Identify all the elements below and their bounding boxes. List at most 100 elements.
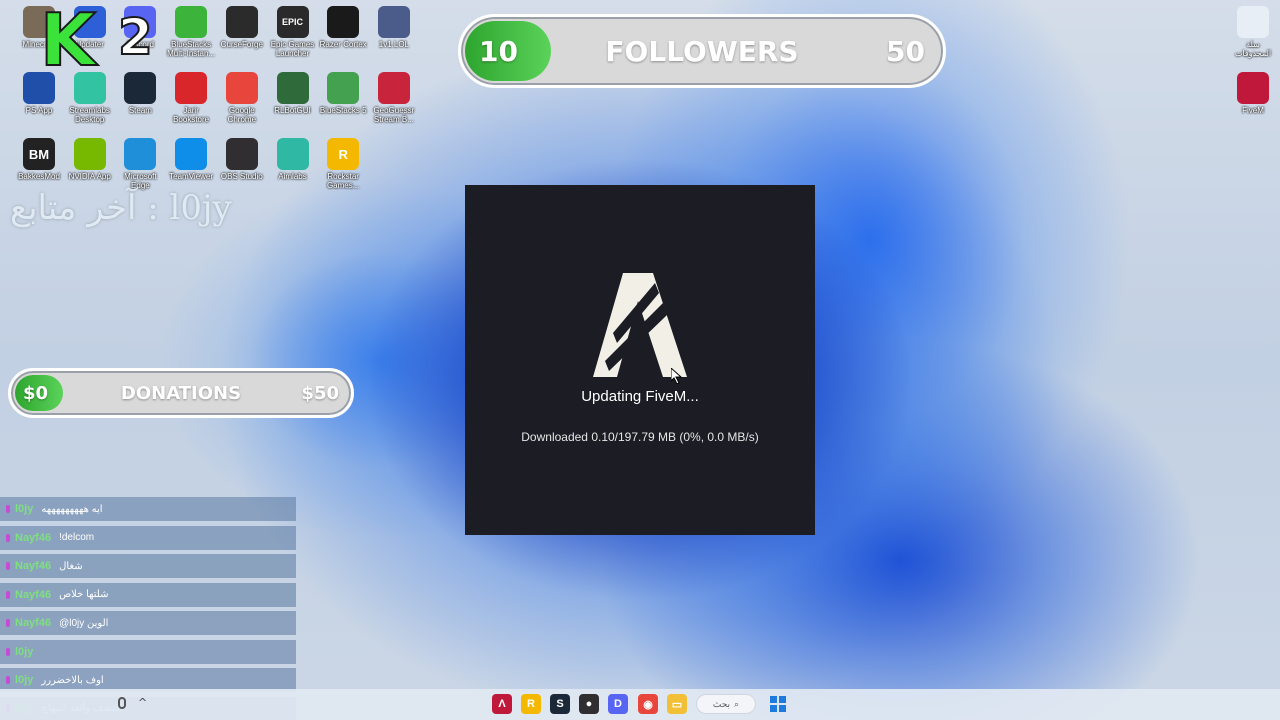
- fivem-icon: [1237, 72, 1269, 104]
- desktop-icon[interactable]: BlueStacks 5: [318, 72, 368, 115]
- followers-goal-title: FOLLOWERS: [605, 34, 799, 68]
- desktop-icon-label: NVIDIA App: [68, 172, 111, 181]
- stream-chat-overlay: l0jy ايه هههههههههه Nayf46 !delcom Nayf46 شغا…: [0, 497, 296, 720]
- chat-badge-icon: [6, 562, 10, 570]
- desktop-icon[interactable]: Jarir Bookstore: [166, 72, 216, 124]
- fivem-updater-window[interactable]: Updating FiveM... Downloaded 0.10/197.79…: [465, 185, 815, 535]
- bluestacks-icon: [327, 72, 360, 104]
- rlbot-icon: [276, 72, 309, 104]
- chat-username: l0jy: [15, 645, 34, 658]
- desktop-icon[interactable]: سلة المحذوفات: [1228, 6, 1278, 58]
- chat-badge-icon: [6, 647, 10, 656]
- obs-icon: [225, 138, 258, 170]
- desktop-icon-label: OBS Studio: [220, 172, 263, 181]
- aimlabs-icon: [276, 138, 309, 170]
- desktop-icon[interactable]: Steam: [115, 72, 165, 115]
- desktop-icon-label: سلة المحذوفات: [1234, 40, 1272, 58]
- 1v1lol-icon: [377, 6, 410, 38]
- desktop-icon-label: TeamViewer: [169, 172, 214, 181]
- logo-2-letter: 2: [117, 7, 154, 67]
- desktop-icon[interactable]: OBS Studio: [217, 138, 267, 181]
- chat-username: l0jy: [15, 503, 34, 515]
- chat-text: ايه هههههههههه: [41, 503, 103, 515]
- chat-username: Nayf46: [15, 588, 52, 601]
- chat-badge-icon: [6, 505, 10, 513]
- desktop-icon[interactable]: Aimlabs: [268, 138, 318, 181]
- desktop-icon-label: Rockstar Games...: [326, 172, 360, 190]
- chat-text: @l0jy الوين: [59, 617, 109, 629]
- donations-goal-target: $50: [301, 382, 339, 404]
- desktop-icon-label: Steam: [128, 106, 152, 115]
- desktop-icon[interactable]: R Rockstar Games...: [318, 138, 368, 190]
- chat-badge-icon: [6, 590, 10, 599]
- desktop-icon[interactable]: GeoGuessr Stream B...: [369, 72, 419, 124]
- jarir-icon: [175, 72, 208, 104]
- donations-goal-bar: $0 DONATIONS $50: [8, 368, 354, 418]
- mouse-cursor-icon: [671, 368, 683, 384]
- chat-username: Nayf46: [15, 617, 52, 629]
- taskbar-search-box[interactable]: بحث ⌕: [696, 694, 756, 714]
- desktop-icon-label: Streamlabs Desktop: [69, 106, 110, 124]
- desktop-icon[interactable]: NVIDIA App: [65, 138, 115, 181]
- chat-text: شغال: [59, 560, 83, 572]
- desktop-icon-label: BlueStacks 5: [319, 106, 367, 115]
- curseforge-icon: [225, 6, 258, 38]
- desktop-icon[interactable]: CurseForge: [217, 6, 267, 49]
- chat-badge-icon: [6, 533, 10, 542]
- desktop-icon-label: BakkesMod: [18, 172, 60, 181]
- steam-icon: [124, 72, 157, 104]
- search-icon: ⌕: [734, 698, 740, 709]
- recycle-bin-icon: [1237, 6, 1269, 38]
- desktop-icon[interactable]: Razer Cortex: [318, 6, 368, 49]
- desktop-icon[interactable]: Microsoft Edge: [115, 138, 165, 190]
- chat-username: Nayf46: [15, 560, 52, 572]
- geoguessr-icon: [377, 72, 410, 104]
- followers-goal-target: 50: [886, 34, 925, 68]
- desktop-icon-label: BlueStacks Multi-Instan...: [167, 40, 216, 58]
- rockstar-icon: R: [327, 138, 360, 170]
- chat-message: l0jy: [0, 639, 296, 664]
- desktop-icon-label: CurseForge: [220, 40, 263, 49]
- desktop-icon[interactable]: BlueStacks Multi-Instan...: [166, 6, 216, 58]
- desktop-icon[interactable]: BM BakkesMod: [14, 138, 64, 181]
- chevron-up-icon[interactable]: ^: [138, 696, 147, 709]
- desktop-icon-label: RLBotGUI: [274, 106, 311, 115]
- chat-message: Nayf46 !delcom: [0, 525, 296, 550]
- obs-taskbar-icon[interactable]: ●: [579, 694, 599, 714]
- windows-start-icon[interactable]: [768, 694, 788, 714]
- chat-username: l0jy: [15, 674, 34, 686]
- explorer-taskbar-icon[interactable]: ▭: [667, 694, 687, 714]
- chat-username: Nayf46: [15, 531, 52, 544]
- razer-cortex-icon: [327, 6, 360, 38]
- desktop-icon[interactable]: EPIC Epic Games Launcher: [268, 6, 318, 58]
- chat-message: Nayf46 شغال: [0, 554, 296, 578]
- chat-text: اوف بالاخضررر: [41, 674, 104, 686]
- chat-badge-icon: [6, 619, 10, 627]
- chat-message: l0jy ايه هههههههههه: [0, 497, 296, 521]
- desktop-icon[interactable]: TeamViewer: [166, 138, 216, 181]
- taskbar-search-label: بحث: [712, 698, 731, 709]
- steam-taskbar-icon[interactable]: S: [550, 694, 570, 714]
- desktop-icon-label: 1v1.LOL: [378, 40, 410, 49]
- followers-goal-bar: 10 FOLLOWERS 50: [458, 14, 946, 88]
- microphone-icon[interactable]: [118, 697, 126, 709]
- desktop-icon-label: Razer Cortex: [319, 40, 367, 49]
- desktop-icon[interactable]: FiveM: [1228, 72, 1278, 115]
- desktop-icon-label: FiveM: [1242, 106, 1264, 115]
- bakkesmod-icon: BM: [23, 138, 55, 170]
- chrome-taskbar-icon[interactable]: ◉: [638, 694, 658, 714]
- chat-badge-icon: [6, 676, 10, 684]
- chat-message: Nayf46 @l0jy الوين: [0, 611, 296, 635]
- discord-taskbar-icon[interactable]: D: [608, 694, 628, 714]
- desktop-icon[interactable]: Google Chrome: [217, 72, 267, 124]
- desktop-icon-label: Jarir Bookstore: [173, 106, 210, 124]
- fivem-taskbar-icon[interactable]: Λ: [492, 694, 512, 714]
- chat-message: Nayf46 شلتها خلاص: [0, 582, 296, 607]
- desktop-icon-label: Aimlabs: [278, 172, 307, 181]
- logo-k-letter: K: [39, 0, 97, 83]
- last-follower-text: آخر متابع : l0jy: [10, 188, 232, 228]
- desktop-icon[interactable]: RLBotGUI: [268, 72, 318, 115]
- rockstar-taskbar-icon[interactable]: R: [521, 694, 541, 714]
- desktop-icon[interactable]: 1v1.LOL: [369, 6, 419, 49]
- edge-icon: [124, 138, 157, 170]
